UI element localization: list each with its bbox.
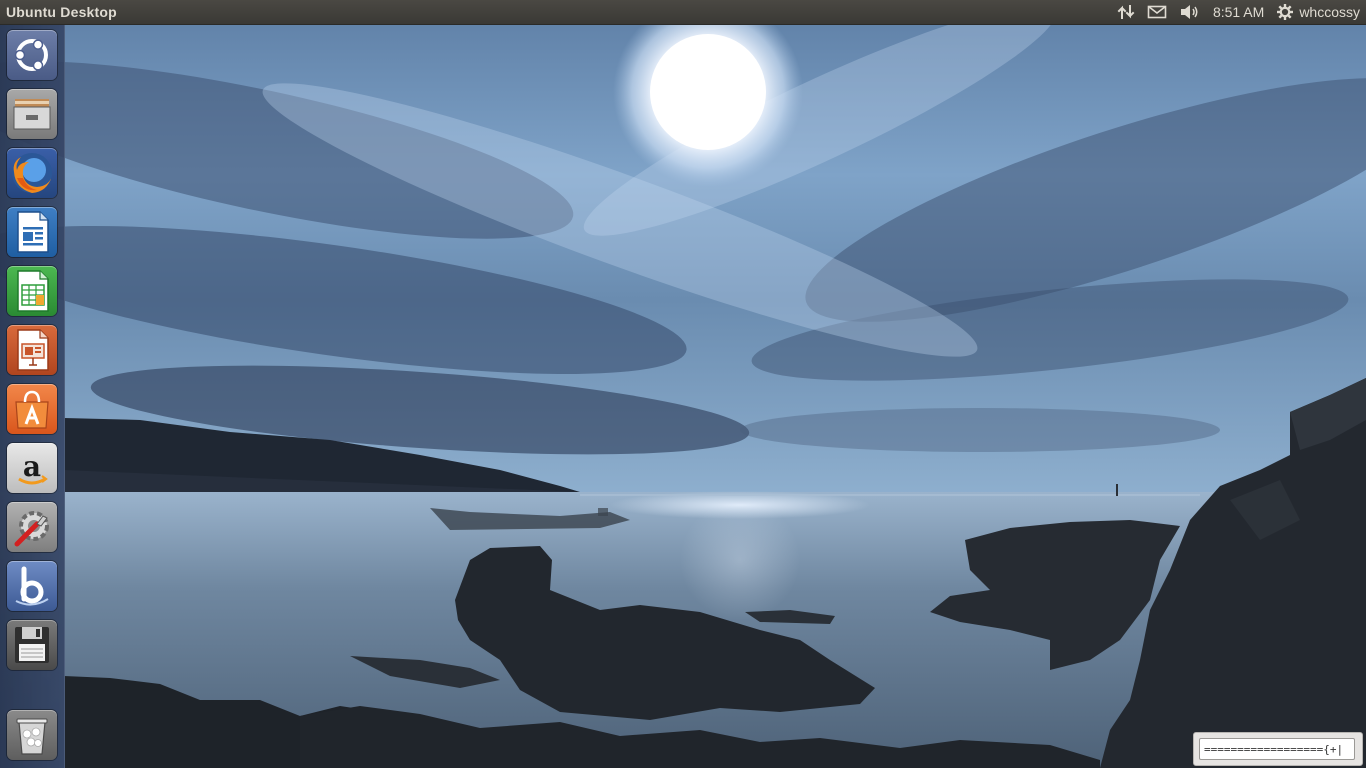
launcher-item-amazon[interactable]: a <box>7 443 57 493</box>
window-title: Ubuntu Desktop <box>6 4 117 20</box>
text-input-field[interactable]: =================={+| <box>1199 738 1355 760</box>
desktop-wallpaper <box>0 0 1366 768</box>
launcher: a <box>0 25 65 768</box>
libreoffice-impress-icon <box>17 329 49 371</box>
launcher-item-firefox[interactable] <box>7 148 57 198</box>
clock[interactable]: 8:51 AM <box>1207 0 1270 24</box>
launcher-item-save[interactable] <box>7 620 57 670</box>
libreoffice-writer-icon <box>17 211 49 253</box>
mail-icon[interactable] <box>1141 0 1173 24</box>
launcher-item-bluefish[interactable] <box>7 561 57 611</box>
ubuntu-software-center-icon <box>15 390 49 429</box>
network-icon[interactable] <box>1111 0 1141 24</box>
firefox-icon <box>12 153 52 193</box>
launcher-item-calc[interactable] <box>7 266 57 316</box>
launcher-item-files[interactable] <box>7 89 57 139</box>
launcher-item-dash[interactable] <box>7 30 57 80</box>
svg-text:a: a <box>23 450 41 483</box>
system-settings-icon <box>14 511 49 547</box>
launcher-item-software-center[interactable] <box>7 384 57 434</box>
bluefish-icon <box>15 566 49 606</box>
top-panel: Ubuntu Desktop 8:51 AM whccossy <box>0 0 1366 25</box>
volume-icon[interactable] <box>1173 0 1207 24</box>
launcher-item-trash[interactable] <box>7 710 57 760</box>
trash-icon <box>16 718 48 755</box>
launcher-item-system-settings[interactable] <box>7 502 57 552</box>
files-icon <box>13 99 51 130</box>
indicator-area: 8:51 AM whccossy <box>1111 0 1366 24</box>
session-menu[interactable]: whccossy <box>1270 0 1366 24</box>
username: whccossy <box>1299 4 1360 20</box>
desktop[interactable]: Ubuntu Desktop 8:51 AM whccossy a ======… <box>0 0 1366 768</box>
session-gear-icon <box>1277 4 1294 20</box>
dash-home-icon <box>14 39 48 71</box>
launcher-item-impress[interactable] <box>7 325 57 375</box>
amazon-icon: a <box>18 450 48 485</box>
floppy-save-icon <box>15 627 49 663</box>
text-input-popup: =================={+| <box>1193 732 1363 766</box>
launcher-item-writer[interactable] <box>7 207 57 257</box>
libreoffice-calc-icon <box>17 270 49 312</box>
